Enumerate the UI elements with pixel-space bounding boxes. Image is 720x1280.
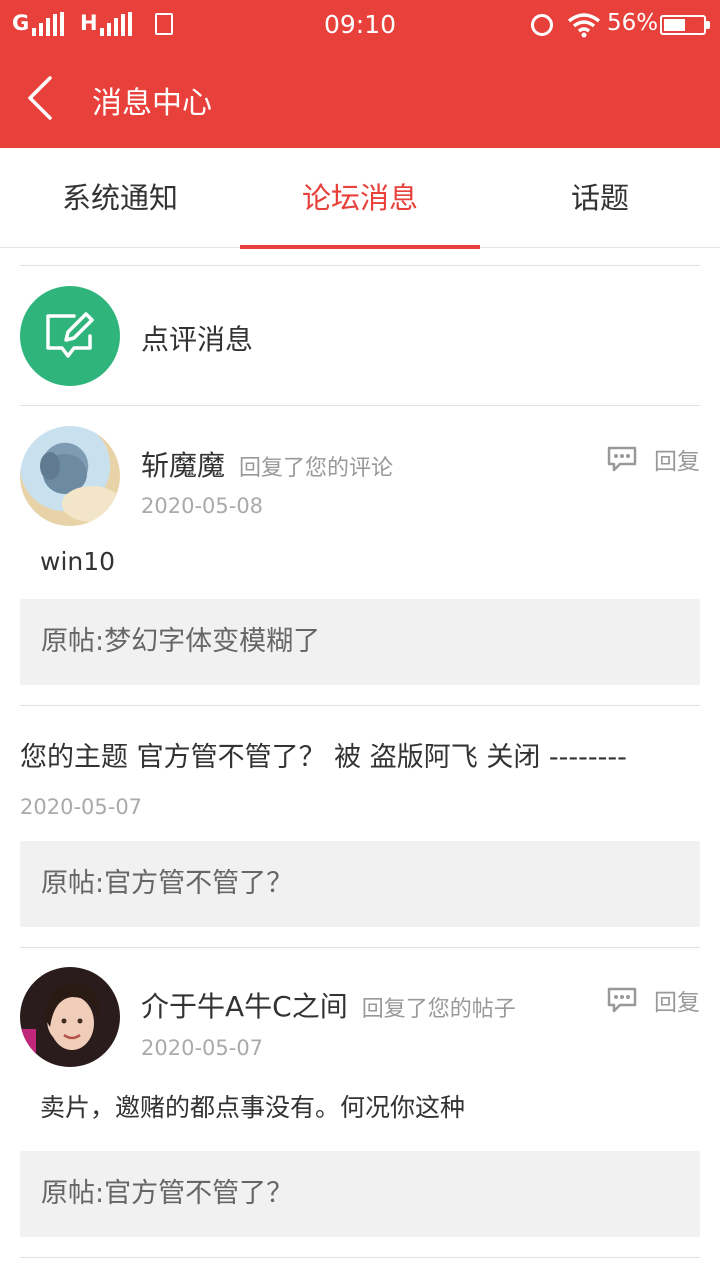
battery-level-fill: [664, 19, 685, 31]
reply-label: 回复: [654, 449, 700, 475]
tab-forum-messages[interactable]: 论坛消息: [240, 148, 480, 249]
reply-button[interactable]: 回复: [606, 442, 702, 478]
original-post-box[interactable]: 原帖:梦幻字体变模糊了: [20, 599, 700, 685]
message-action: 回复了您的帖子: [361, 997, 516, 1022]
status-bar: G H 09:10 56%: [0, 0, 720, 52]
message-date: 2020-05-07: [20, 795, 143, 819]
chevron-left-icon: [28, 76, 52, 120]
page-title: 消息中心: [92, 86, 212, 121]
wifi-icon: [567, 13, 601, 38]
tab-topics[interactable]: 话题: [480, 148, 720, 248]
comment-icon: [607, 446, 637, 472]
username-text[interactable]: 介于牛A牛C之间: [141, 990, 348, 1023]
topic-notice-text: 您的主题 官方管不管了？ 被 盗版阿飞 关闭 --------: [20, 742, 627, 773]
username-text[interactable]: 斩魔魔: [141, 449, 225, 482]
avatar-image: [40, 452, 120, 522]
message-username: 斩魔魔 回复了您的评论: [141, 444, 393, 484]
message-date: 2020-05-08: [141, 494, 264, 518]
review-messages-label: 点评消息: [141, 323, 254, 356]
tab-system-notice[interactable]: 系统通知: [0, 148, 240, 248]
divider: [20, 947, 700, 948]
message-date: 2020-05-07: [141, 1036, 264, 1060]
comment-icon: [607, 987, 637, 1013]
message-content: 卖片，邀赌的都点事没有。何况你这种: [40, 1093, 466, 1122]
alarm-icon: [531, 14, 553, 36]
battery-percent: 56%: [607, 10, 659, 36]
battery-cap: [706, 21, 710, 29]
divider: [20, 705, 700, 706]
message-action: 回复了您的评论: [239, 456, 394, 481]
message-username: 介于牛A牛C之间 回复了您的帖子: [141, 985, 516, 1025]
reply-button[interactable]: 回复: [606, 983, 702, 1019]
message-content: win10: [40, 547, 116, 576]
app-header: G H 09:10 56% 消息中心: [0, 0, 720, 148]
original-post-box[interactable]: 原帖:官方管不管了？: [20, 1151, 700, 1237]
original-post-box[interactable]: 原帖:官方管不管了？: [20, 841, 700, 927]
back-button[interactable]: [18, 70, 66, 126]
divider: [20, 265, 700, 266]
edit-comment-icon: [46, 312, 94, 358]
avatar[interactable]: [20, 426, 120, 526]
tab-bar: 系统通知 论坛消息 话题: [0, 148, 720, 249]
review-avatar: [20, 286, 120, 386]
battery-icon: [660, 15, 706, 35]
avatar[interactable]: [20, 967, 120, 1067]
reply-label: 回复: [654, 990, 700, 1016]
avatar-image: [20, 982, 101, 1059]
divider: [20, 405, 700, 406]
divider: [20, 1257, 700, 1258]
